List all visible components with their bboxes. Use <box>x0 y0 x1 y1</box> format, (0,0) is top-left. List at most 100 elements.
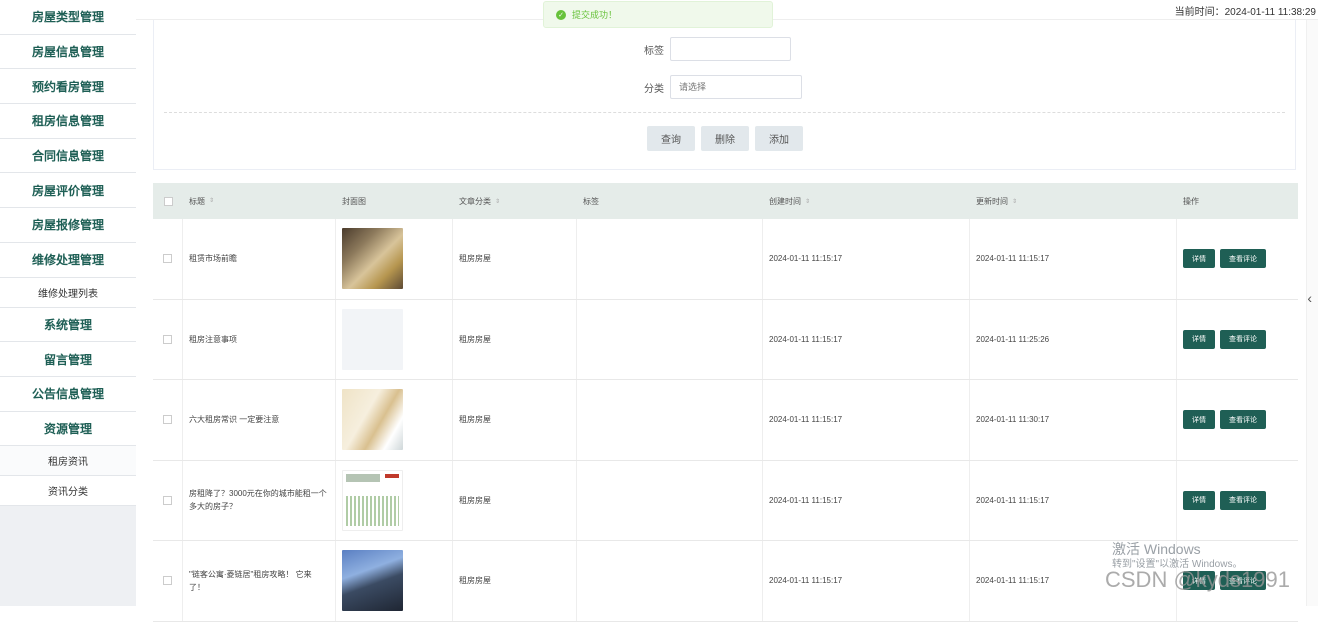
sidebar-item-repair-report[interactable]: 房屋报修管理 <box>0 208 136 243</box>
view-comments-button[interactable]: 查看评论 <box>1220 490 1266 510</box>
sidebar-item-label: 房屋报修管理 <box>31 218 104 233</box>
divider <box>164 112 1285 113</box>
sidebar-item-resources[interactable]: 资源管理 <box>0 411 136 447</box>
sidebar-item-notices[interactable]: 公告信息管理 <box>0 376 136 412</box>
header-ops-label: 操作 <box>1183 196 1199 206</box>
sidebar-item-system[interactable]: 系统管理 <box>0 307 136 343</box>
sidebar-item-contract[interactable]: 合同信息管理 <box>0 138 136 174</box>
tag-row: 标签 <box>624 37 791 61</box>
cell-title: "链客公寓·菱链居"租房攻略！ 它来了！ <box>183 541 336 621</box>
cell-category: 租房房屋 <box>453 380 577 460</box>
cell-ops: 详情 查看评论 <box>1177 219 1298 299</box>
header-created-label: 创建时间 <box>769 196 801 206</box>
cell-ops: 详情 查看评论 <box>1177 461 1298 541</box>
row-checkbox-cell <box>153 380 183 460</box>
cell-title: 房租降了？3000元在你的城市能租一个多大的房子？ <box>183 460 336 540</box>
sidebar-item-label: 系统管理 <box>43 317 92 332</box>
row-checkbox[interactable] <box>163 334 172 344</box>
row-checkbox[interactable] <box>163 415 172 425</box>
toast-message: 提交成功！ <box>572 10 618 20</box>
sort-icon[interactable]: ⇕ <box>209 195 214 208</box>
cell-title: 六大租房常识 一定要注意 <box>183 380 336 460</box>
cell-cover <box>336 541 453 621</box>
detail-button[interactable]: 详情 <box>1183 249 1215 269</box>
action-buttons: 查询 删除 添加 <box>647 126 803 151</box>
row-checkbox[interactable] <box>163 495 172 505</box>
sidebar-item-rental-info[interactable]: 租房信息管理 <box>0 104 136 139</box>
sort-icon[interactable]: ⇕ <box>495 198 500 205</box>
sidebar-item-house-info[interactable]: 房屋信息管理 <box>0 34 136 70</box>
sidebar-item-label: 维修处理管理 <box>31 253 104 268</box>
sidebar-subitem-news-category[interactable]: 资讯分类 <box>0 476 136 507</box>
row-checkbox-cell <box>153 299 183 379</box>
cell-tag <box>577 299 763 379</box>
header-updated-label: 更新时间 <box>976 196 1008 206</box>
success-toast: ✓ 提交成功！ <box>543 1 773 28</box>
sidebar-item-label: 资源管理 <box>43 421 92 436</box>
add-button[interactable]: 添加 <box>755 126 803 151</box>
cell-ops: 详情 查看评论 <box>1177 380 1298 460</box>
chevron-left-icon[interactable]: ‹ <box>1307 290 1312 306</box>
cell-tag <box>577 541 763 621</box>
sidebar-item-review[interactable]: 房屋评价管理 <box>0 173 136 209</box>
view-comments-button[interactable]: 查看评论 <box>1220 410 1266 430</box>
cell-ops: 详情 查看评论 <box>1177 300 1298 380</box>
header-category-label: 文章分类 <box>459 196 491 206</box>
cover-image[interactable] <box>342 389 403 451</box>
right-scroll-track[interactable] <box>1306 20 1318 606</box>
cell-cover <box>336 219 453 299</box>
table-header: 标题 ⇕ 封面图 文章分类 ⇕ 标签 创建时间 ⇕ 更新时间 ⇕ 操作 <box>153 183 1298 219</box>
header-checkbox-cell <box>153 183 183 219</box>
view-comments-button[interactable]: 查看评论 <box>1220 329 1266 349</box>
row-checkbox-cell <box>153 219 183 299</box>
header-category[interactable]: 文章分类 ⇕ <box>453 183 577 219</box>
detail-button[interactable]: 详情 <box>1183 490 1215 510</box>
category-label: 分类 <box>644 83 664 95</box>
row-checkbox[interactable] <box>163 576 172 586</box>
sidebar-subitem-label: 维修处理列表 <box>38 288 98 300</box>
delete-button[interactable]: 删除 <box>701 126 749 151</box>
cell-category: 租房房屋 <box>453 541 577 621</box>
cell-tag <box>577 219 763 299</box>
windows-activation-title: 激活 Windows <box>1112 541 1201 557</box>
view-comments-button[interactable]: 查看评论 <box>1220 249 1266 269</box>
tag-input[interactable] <box>670 37 791 61</box>
header-created[interactable]: 创建时间 ⇕ <box>763 183 970 219</box>
cover-image[interactable] <box>342 308 403 370</box>
row-checkbox[interactable] <box>163 254 172 264</box>
cover-chart-bars <box>346 495 399 526</box>
header-title[interactable]: 标题 ⇕ <box>183 183 336 219</box>
header-ops: 操作 <box>1177 183 1298 219</box>
cell-title: 租房注意事项 <box>183 299 336 379</box>
row-checkbox-cell <box>153 541 183 621</box>
cell-cover <box>336 299 453 379</box>
sidebar: 房屋类型管理 房屋信息管理 预约看房管理 租房信息管理 合同信息管理 房屋评价管… <box>0 0 136 606</box>
select-all-checkbox[interactable] <box>163 196 173 206</box>
sidebar-item-label: 房屋信息管理 <box>31 45 104 60</box>
cover-image[interactable] <box>342 228 403 290</box>
sidebar-item-house-type[interactable]: 房屋类型管理 <box>0 0 136 35</box>
sidebar-subitem-label: 资讯分类 <box>48 487 88 499</box>
sort-icon[interactable]: ⇕ <box>805 198 810 205</box>
header-updated[interactable]: 更新时间 ⇕ <box>970 183 1177 219</box>
cover-image[interactable] <box>342 550 403 612</box>
header-tag: 标签 <box>577 183 763 219</box>
detail-button[interactable]: 详情 <box>1183 410 1215 430</box>
header-cover-label: 封面图 <box>342 196 366 206</box>
header-cover: 封面图 <box>336 183 453 219</box>
sidebar-item-viewing[interactable]: 预约看房管理 <box>0 69 136 105</box>
sidebar-subitem-rental-news[interactable]: 租房资讯 <box>0 446 136 477</box>
sidebar-item-repair-handling[interactable]: 维修处理管理 <box>0 242 136 278</box>
cell-cover <box>336 460 453 540</box>
query-button[interactable]: 查询 <box>647 126 695 151</box>
sidebar-subitem-repair-list[interactable]: 维修处理列表 <box>0 277 136 308</box>
cell-category: 租房房屋 <box>453 460 577 540</box>
sort-icon[interactable]: ⇕ <box>1012 198 1017 205</box>
cover-logo <box>385 473 399 478</box>
cell-tag <box>577 460 763 540</box>
cover-image[interactable] <box>342 469 403 531</box>
detail-button[interactable]: 详情 <box>1183 329 1215 349</box>
category-select[interactable] <box>670 75 802 99</box>
sidebar-item-messages[interactable]: 留言管理 <box>0 342 136 377</box>
row-checkbox-cell <box>153 460 183 540</box>
